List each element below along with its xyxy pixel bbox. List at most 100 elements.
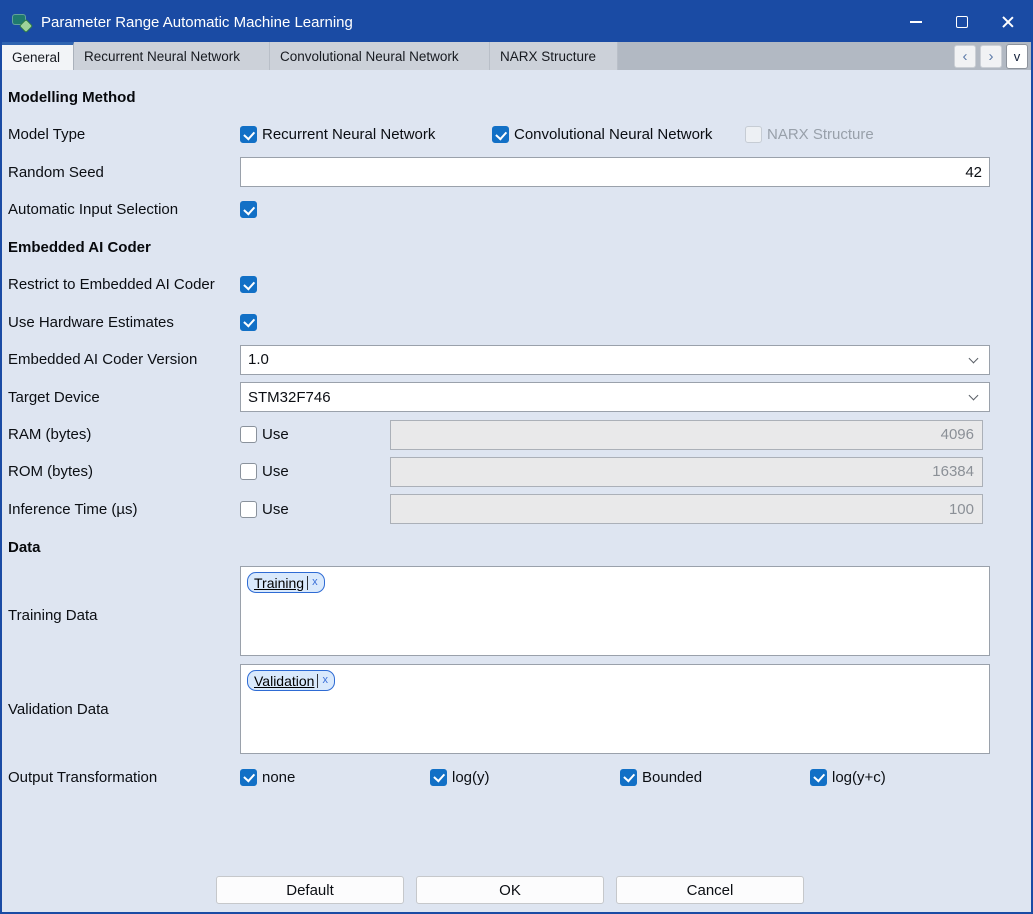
validation-data-field[interactable]: Validation x — [240, 664, 990, 754]
tab-narx-structure[interactable]: NARX Structure — [490, 42, 618, 70]
tag-separator — [317, 674, 318, 688]
rom-row: ROM (bytes) Use 16384 — [2, 453, 1031, 490]
ram-use-checkbox[interactable] — [240, 426, 257, 443]
restrict-label: Restrict to Embedded AI Coder — [8, 276, 240, 293]
hardware-estimates-checkbox[interactable] — [240, 314, 257, 331]
ram-use-label: Use — [262, 426, 289, 443]
tab-bar: General Recurrent Neural Network Convolu… — [2, 42, 1031, 70]
automatic-input-selection-row: Automatic Input Selection — [2, 191, 1031, 228]
none-checkbox[interactable] — [240, 769, 257, 786]
target-device-label: Target Device — [8, 389, 240, 406]
cancel-button[interactable]: Cancel — [616, 876, 804, 904]
validation-data-label: Validation Data — [8, 701, 240, 718]
inference-value-input: 100 — [390, 494, 983, 524]
app-icon — [12, 12, 32, 32]
output-option-none: none — [240, 769, 430, 786]
section-header-data: Data — [2, 528, 1031, 566]
random-seed-row: Random Seed — [2, 153, 1031, 191]
rnn-checkbox[interactable] — [240, 126, 257, 143]
model-type-option-cnn: Convolutional Neural Network — [492, 126, 745, 143]
minimize-button[interactable] — [893, 2, 939, 42]
automatic-input-selection-checkbox[interactable] — [240, 201, 257, 218]
rom-use-option: Use — [240, 463, 390, 480]
rnn-checkbox-label: Recurrent Neural Network — [262, 126, 435, 143]
output-transformation-label: Output Transformation — [8, 769, 240, 786]
minimize-icon — [910, 21, 922, 23]
logyc-checkbox[interactable] — [810, 769, 827, 786]
random-seed-input[interactable] — [240, 157, 990, 187]
validation-tag: Validation x — [247, 670, 335, 691]
default-button[interactable]: Default — [216, 876, 404, 904]
bounded-checkbox[interactable] — [620, 769, 637, 786]
rom-value-input: 16384 — [390, 457, 983, 487]
tab-narx-label: NARX Structure — [500, 49, 596, 64]
model-type-label: Model Type — [8, 126, 240, 143]
ram-value-input: 4096 — [390, 420, 983, 450]
restrict-checkbox[interactable] — [240, 276, 257, 293]
logy-checkbox[interactable] — [430, 769, 447, 786]
tab-recurrent-neural-network[interactable]: Recurrent Neural Network — [74, 42, 270, 70]
inference-time-row: Inference Time (µs) Use 100 — [2, 490, 1031, 528]
maximize-icon — [956, 16, 968, 28]
target-device-select[interactable]: STM32F746 — [240, 382, 990, 412]
chevron-down-icon — [969, 391, 979, 401]
validation-tag-text: Validation — [254, 673, 314, 689]
window-title: Parameter Range Automatic Machine Learni… — [41, 14, 353, 31]
tag-remove-button[interactable]: x — [321, 675, 329, 686]
maximize-button[interactable] — [939, 2, 985, 42]
random-seed-label: Random Seed — [8, 164, 240, 181]
coder-version-select[interactable]: 1.0 — [240, 345, 990, 375]
tab-list-icon: v — [1014, 49, 1021, 64]
validation-data-row: Validation Data Validation x — [2, 664, 1031, 754]
hardware-estimates-label: Use Hardware Estimates — [8, 314, 240, 331]
close-button[interactable] — [985, 2, 1031, 42]
rom-use-checkbox[interactable] — [240, 463, 257, 480]
model-type-option-rnn: Recurrent Neural Network — [240, 126, 492, 143]
output-option-logyc: log(y+c) — [810, 769, 886, 786]
window-controls — [893, 2, 1031, 42]
logy-checkbox-label: log(y) — [452, 769, 490, 786]
tab-rnn-label: Recurrent Neural Network — [84, 49, 240, 64]
output-option-bounded: Bounded — [620, 769, 810, 786]
inference-use-label: Use — [262, 501, 289, 518]
hardware-estimates-row: Use Hardware Estimates — [2, 303, 1031, 341]
section-header-embedded-ai-coder: Embedded AI Coder — [2, 228, 1031, 266]
ram-label: RAM (bytes) — [8, 426, 240, 443]
dialog-window: Parameter Range Automatic Machine Learni… — [0, 0, 1033, 914]
inference-use-option: Use — [240, 501, 390, 518]
title-bar: Parameter Range Automatic Machine Learni… — [2, 2, 1031, 42]
inference-time-label: Inference Time (µs) — [8, 501, 240, 518]
tab-general[interactable]: General — [2, 42, 74, 70]
section-header-modelling-method: Modelling Method — [2, 78, 1031, 116]
narx-checkbox-label: NARX Structure — [767, 126, 874, 143]
model-type-row: Model Type Recurrent Neural Network Conv… — [2, 116, 1031, 153]
inference-use-checkbox[interactable] — [240, 501, 257, 518]
coder-version-value: 1.0 — [248, 351, 269, 368]
bounded-checkbox-label: Bounded — [642, 769, 702, 786]
training-tag: Training x — [247, 572, 325, 593]
rom-label: ROM (bytes) — [8, 463, 240, 480]
model-type-option-narx: NARX Structure — [745, 126, 874, 143]
training-data-row: Training Data Training x — [2, 566, 1031, 664]
ok-button[interactable]: OK — [416, 876, 604, 904]
tab-general-label: General — [12, 50, 60, 65]
tag-remove-button[interactable]: x — [311, 577, 319, 588]
chevron-right-icon: › — [989, 49, 994, 64]
target-device-value: STM32F746 — [248, 389, 331, 406]
cnn-checkbox[interactable] — [492, 126, 509, 143]
coder-version-label: Embedded AI Coder Version — [8, 351, 240, 368]
restrict-row: Restrict to Embedded AI Coder — [2, 266, 1031, 303]
cnn-checkbox-label: Convolutional Neural Network — [514, 126, 712, 143]
automatic-input-selection-label: Automatic Input Selection — [8, 201, 240, 218]
output-transformation-row: Output Transformation none log(y) Bounde… — [2, 754, 1031, 800]
footer-button-row: Default OK Cancel — [2, 876, 1031, 904]
training-tag-text: Training — [254, 575, 304, 591]
tab-scroll-left-button[interactable]: ‹ — [954, 45, 976, 68]
tab-scroll-right-button[interactable]: › — [980, 45, 1002, 68]
training-data-field[interactable]: Training x — [240, 566, 990, 656]
general-tab-panel: Modelling Method Model Type Recurrent Ne… — [2, 70, 1031, 904]
tag-separator — [307, 576, 308, 590]
tab-list-button[interactable]: v — [1006, 44, 1028, 69]
tab-convolutional-neural-network[interactable]: Convolutional Neural Network — [270, 42, 490, 70]
chevron-left-icon: ‹ — [963, 49, 968, 64]
